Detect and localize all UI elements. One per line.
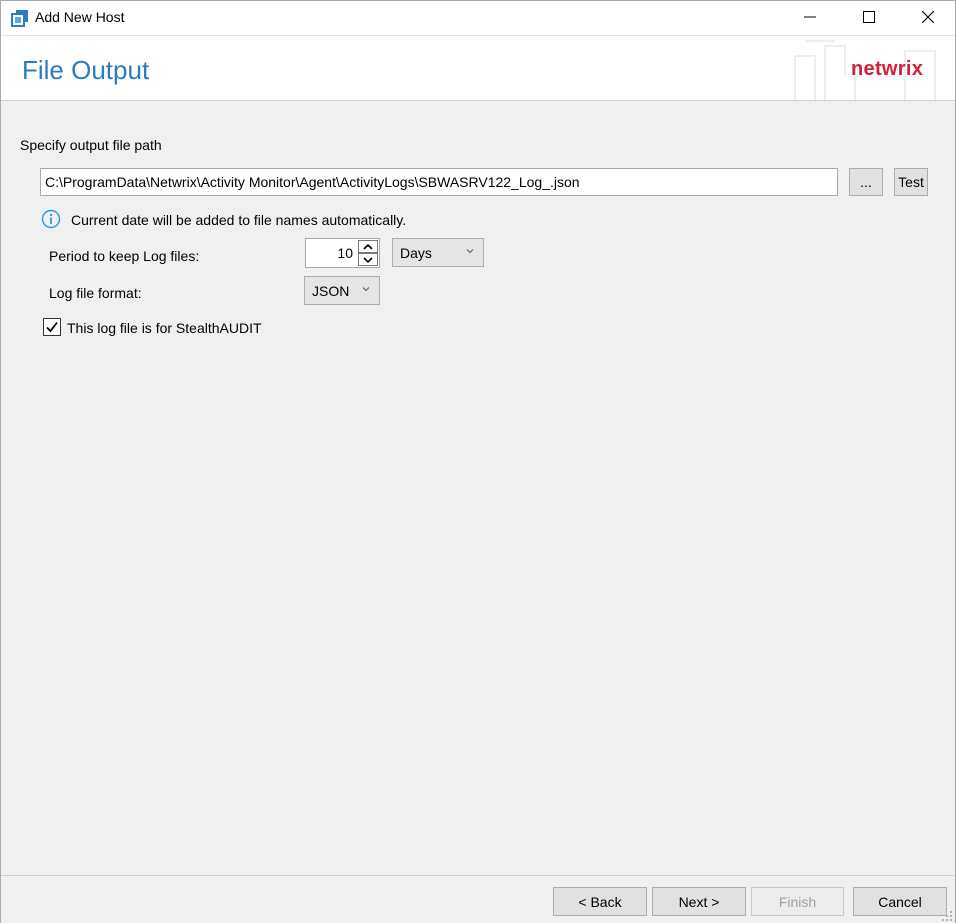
format-label: Log file format: bbox=[49, 285, 142, 301]
test-button[interactable]: Test bbox=[894, 168, 928, 196]
format-value: JSON bbox=[312, 282, 350, 299]
chevron-down-icon bbox=[362, 287, 370, 292]
format-select[interactable]: JSON bbox=[304, 276, 380, 305]
back-button[interactable]: < Back bbox=[553, 887, 647, 916]
stealthaudit-label[interactable]: This log file is for StealthAUDIT bbox=[67, 320, 262, 336]
page-title: File Output bbox=[22, 55, 150, 85]
close-button[interactable] bbox=[899, 1, 956, 33]
checkmark-icon bbox=[46, 321, 58, 333]
title-bar: Add New Host bbox=[1, 1, 955, 35]
browse-button[interactable]: ... bbox=[849, 168, 883, 196]
spin-down-button[interactable] bbox=[358, 253, 378, 266]
finish-button: Finish bbox=[751, 887, 844, 916]
maximize-button[interactable] bbox=[840, 1, 898, 33]
wizard-footer: < Back Next > Finish Cancel bbox=[1, 875, 955, 923]
spin-up-button[interactable] bbox=[358, 240, 378, 253]
period-unit-select[interactable]: Days bbox=[392, 238, 484, 267]
spin-up-icon bbox=[363, 243, 373, 250]
period-label: Period to keep Log files: bbox=[49, 248, 200, 264]
add-new-host-window: Add New Host File Output netwrix Specify… bbox=[0, 0, 956, 923]
stealthaudit-checkbox[interactable] bbox=[43, 318, 61, 336]
content-area: Specify output file path ... Test Curren… bbox=[1, 101, 955, 875]
resize-grip-icon[interactable] bbox=[941, 910, 953, 922]
period-unit-value: Days bbox=[400, 244, 432, 261]
cancel-button[interactable]: Cancel bbox=[853, 887, 947, 916]
info-icon bbox=[41, 209, 61, 229]
minimize-icon bbox=[804, 16, 816, 18]
info-text: Current date will be added to file names… bbox=[71, 212, 407, 228]
chevron-down-icon bbox=[466, 249, 474, 254]
period-value: 10 bbox=[337, 245, 353, 261]
output-path-input[interactable] bbox=[40, 168, 838, 196]
app-icon bbox=[11, 10, 28, 27]
window-title: Add New Host bbox=[35, 9, 125, 25]
close-icon bbox=[922, 11, 934, 23]
minimize-button[interactable] bbox=[781, 1, 839, 33]
wizard-header: File Output netwrix bbox=[1, 35, 955, 101]
netwrix-logo: netwrix bbox=[851, 58, 924, 80]
next-button[interactable]: Next > bbox=[652, 887, 746, 916]
output-path-label: Specify output file path bbox=[20, 137, 162, 153]
spin-down-icon bbox=[363, 256, 373, 263]
maximize-icon bbox=[863, 11, 875, 23]
period-stepper[interactable]: 10 bbox=[305, 238, 380, 268]
